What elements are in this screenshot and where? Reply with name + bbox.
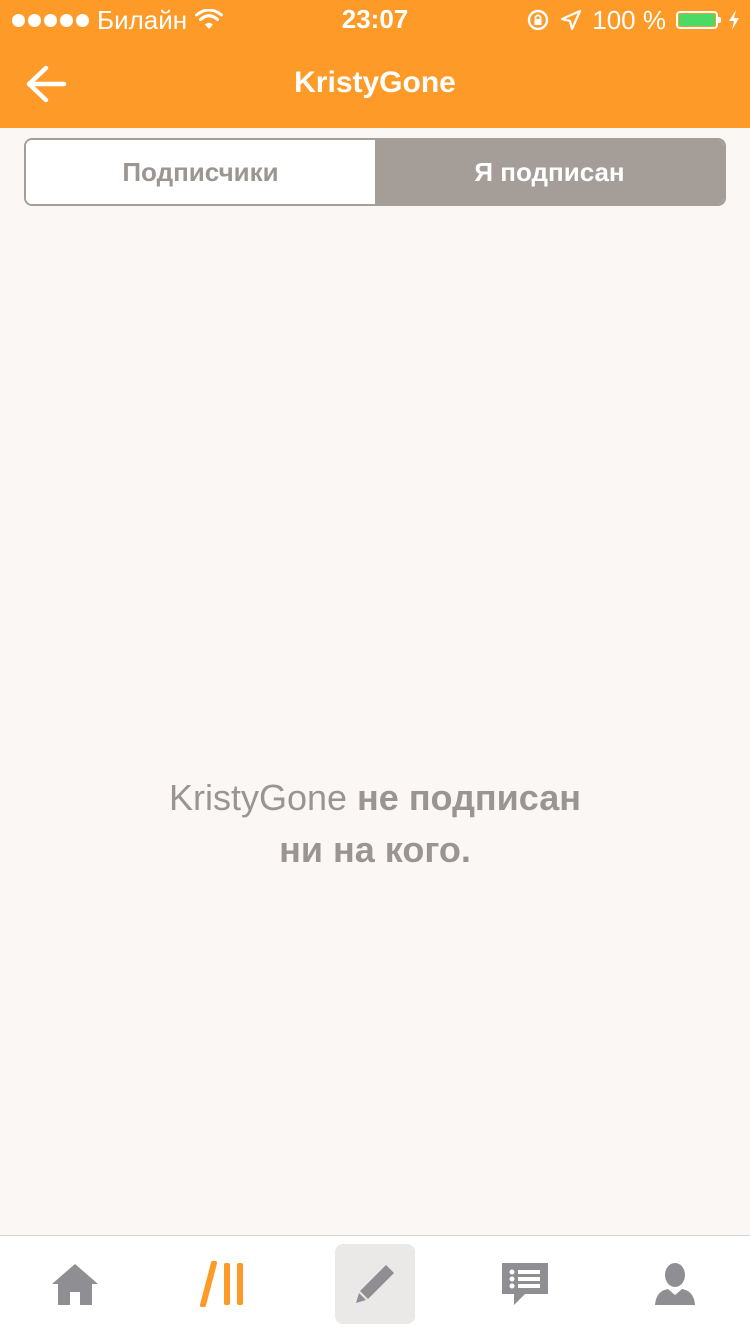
battery-level xyxy=(679,14,715,26)
tab-following[interactable]: Я подписан xyxy=(375,140,724,204)
empty-state-line1-rest: не подписан xyxy=(347,777,582,818)
home-icon xyxy=(52,1264,98,1305)
bottom-tab-bar xyxy=(0,1235,750,1334)
tab-profile[interactable] xyxy=(635,1244,715,1324)
empty-state-message: KristyGone не подписан ни на кого. xyxy=(0,772,750,876)
battery-icon xyxy=(676,11,721,29)
messages-icon xyxy=(502,1263,548,1305)
orientation-lock-icon xyxy=(528,9,549,31)
tab-home[interactable] xyxy=(35,1244,115,1324)
tab-feed[interactable] xyxy=(185,1244,265,1324)
battery-percent: 100 % xyxy=(592,4,666,35)
followers-segmented-control: Подписчики Я подписан xyxy=(24,138,726,206)
location-icon xyxy=(561,9,582,31)
status-bar: Билайн 23:07 100 % xyxy=(0,0,750,40)
profile-icon xyxy=(655,1263,695,1305)
feed-icon xyxy=(200,1261,243,1307)
tab-messages[interactable] xyxy=(485,1244,565,1324)
empty-state-line1: KristyGone не подписан xyxy=(0,772,750,824)
empty-state-line2: ни на кого. xyxy=(279,829,471,870)
empty-state-username: KristyGone xyxy=(168,777,348,818)
pencil-icon xyxy=(356,1265,394,1303)
tab-compose[interactable] xyxy=(335,1244,415,1324)
app-header: Билайн 23:07 100 % KristyGone xyxy=(0,0,750,128)
status-right: 100 % xyxy=(526,4,740,36)
tab-followers[interactable]: Подписчики xyxy=(26,140,375,204)
charging-icon xyxy=(729,10,739,30)
page-title: KristyGone xyxy=(294,66,456,99)
